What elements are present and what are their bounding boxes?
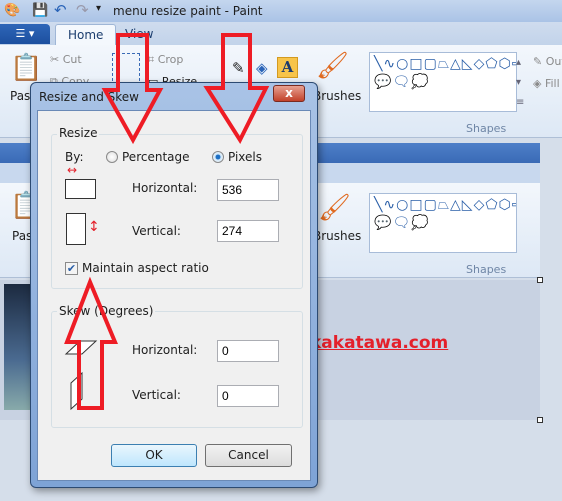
- brushes-label: Brushes: [313, 229, 362, 243]
- cancel-button[interactable]: Cancel: [205, 444, 292, 467]
- save-icon[interactable]: 💾: [32, 3, 48, 18]
- paste-icon[interactable]: 📋: [10, 53, 42, 83]
- shapes-gallery: ╲∿○□▢⏢△◺◇⬠⬡⇨⇦⇧⇩✧☆✡💬🗨💭: [369, 193, 517, 253]
- maintain-aspect-label[interactable]: Maintain aspect ratio: [82, 261, 209, 275]
- pixels-label[interactable]: Pixels: [228, 150, 262, 164]
- tab-home[interactable]: Home: [55, 24, 117, 45]
- paint-menu-button[interactable]: ☰ ▾: [0, 24, 50, 44]
- vertical-arrow-icon: ↕: [88, 219, 100, 235]
- tab-view[interactable]: View: [113, 24, 165, 45]
- resize-horizontal-input[interactable]: [217, 179, 279, 201]
- skew-horizontal-input[interactable]: [217, 340, 279, 362]
- resize-vertical-input[interactable]: [217, 220, 279, 242]
- text-tool-icon[interactable]: A: [277, 57, 298, 78]
- cut-button[interactable]: ✂ Cut: [50, 53, 82, 66]
- paint-app-icon[interactable]: 🎨: [4, 3, 20, 18]
- undo-icon[interactable]: ↶: [54, 1, 67, 19]
- canvas-watermark-text: kakatawa.com: [310, 333, 449, 353]
- fill-label: Fill: [544, 77, 560, 90]
- shapes-scroll[interactable]: ▴ ▾ ≡: [516, 53, 524, 113]
- resize-legend: Resize: [57, 126, 100, 140]
- customize-quick-access-icon[interactable]: ▾: [96, 3, 101, 14]
- resize-handle[interactable]: [537, 277, 543, 283]
- cut-label: Cut: [62, 53, 82, 66]
- pixels-radio[interactable]: [212, 151, 224, 163]
- horizontal-resize-icon: [65, 179, 96, 199]
- percentage-label[interactable]: Percentage: [122, 150, 190, 164]
- pencil-icon[interactable]: ✎: [232, 59, 245, 77]
- window-title: menu resize paint - Paint: [113, 4, 263, 18]
- crop-button[interactable]: ⌗ Crop: [148, 53, 183, 67]
- brushes-icon: 🖌: [318, 193, 352, 223]
- skew-vertical-input[interactable]: [217, 385, 279, 407]
- shapes-group-label: Shapes: [466, 122, 507, 135]
- percentage-radio[interactable]: [106, 151, 118, 163]
- resize-and-skew-dialog: Resize and Skew x Resize By: Percentage …: [30, 82, 318, 488]
- shapes-gallery[interactable]: ╲∿○□▢⏢△◺◇⬠⬡⇨⇦⇧⇩✧☆✡💬🗨💭: [369, 52, 517, 112]
- title-bar: 🎨 💾 ↶ ↷ ▾ menu resize paint - Paint: [0, 0, 562, 22]
- skew-legend: Skew (Degrees): [57, 304, 156, 318]
- skew-icons: [64, 340, 98, 411]
- brushes-button[interactable]: Brushes: [313, 89, 361, 103]
- horizontal-arrow-icon: ↔: [67, 163, 78, 177]
- skew-vertical-label: Vertical:: [132, 388, 181, 402]
- redo-icon[interactable]: ↷: [76, 1, 89, 19]
- maintain-aspect-checkbox[interactable]: ✔: [65, 262, 78, 275]
- fill-button[interactable]: ◈ Fill: [533, 77, 562, 90]
- resize-handle[interactable]: [537, 417, 543, 423]
- by-label: By:: [65, 150, 84, 164]
- dialog-title: Resize and Skew: [39, 90, 139, 104]
- fill-bucket-icon[interactable]: ◈: [256, 59, 268, 77]
- outline-button[interactable]: ✎ Outline: [533, 55, 562, 68]
- brushes-icon[interactable]: 🖌: [316, 51, 349, 81]
- dialog-body: Resize By: Percentage Pixels ↔ Horizonta…: [37, 110, 311, 481]
- canvas-image: [4, 284, 30, 410]
- crop-label: Crop: [157, 53, 184, 66]
- vertical-resize-icon: [66, 213, 86, 245]
- shapes-group-label: Shapes: [466, 263, 507, 276]
- skew-horizontal-label: Horizontal:: [132, 343, 198, 357]
- ok-button[interactable]: OK: [111, 444, 197, 467]
- close-button[interactable]: x: [273, 85, 305, 102]
- outline-label: Outline: [545, 55, 562, 68]
- resize-horizontal-label: Horizontal:: [132, 181, 198, 195]
- resize-vertical-label: Vertical:: [132, 224, 181, 238]
